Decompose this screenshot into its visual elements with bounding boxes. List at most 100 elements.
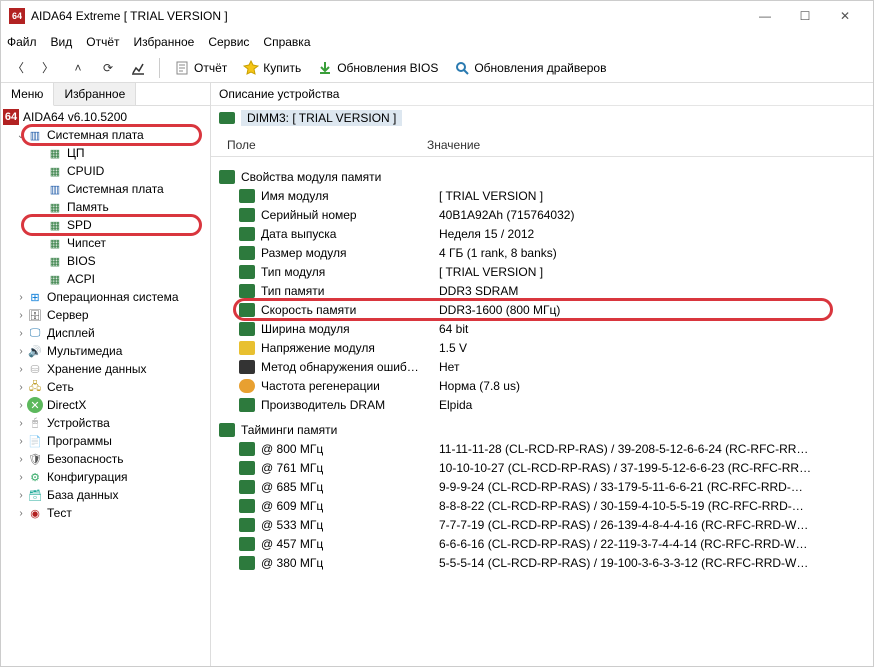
tree-item-память[interactable]: ▦Память	[1, 198, 210, 216]
tree-item-операционная-система[interactable]: ›⊞Операционная система	[1, 288, 210, 306]
data-row[interactable]: @ 685 МГц9-9-9-24 (CL-RCD-RP-RAS) / 33-1…	[219, 477, 873, 496]
close-button[interactable]: ✕	[825, 4, 865, 28]
expander-icon[interactable]: ›	[15, 400, 27, 411]
data-row[interactable]: Тип модуля[ TRIAL VERSION ]	[219, 262, 873, 281]
expander-icon[interactable]: ›	[15, 310, 27, 321]
tree-item-spd[interactable]: ▦SPD	[1, 216, 210, 234]
expander-icon[interactable]: ›	[15, 454, 27, 465]
tree-item-label: Тест	[47, 506, 72, 520]
row-icon	[239, 398, 255, 412]
data-row[interactable]: Производитель DRAMElpida	[219, 395, 873, 414]
data-row[interactable]: Серийный номер40B1A92Ah (715764032)	[219, 205, 873, 224]
field-cell: Метод обнаружения ошиб…	[261, 360, 439, 374]
up-button[interactable]: ˄	[67, 57, 89, 79]
forward-button[interactable]: 〉	[37, 57, 59, 79]
tree-item-устройства[interactable]: ›🖰Устройства	[1, 414, 210, 432]
tree-item-дисплей[interactable]: ›🖵Дисплей	[1, 324, 210, 342]
data-row[interactable]: Тип памятиDDR3 SDRAM	[219, 281, 873, 300]
refresh-button[interactable]: ⟳	[97, 57, 119, 79]
toolbar-buy[interactable]: Купить	[239, 58, 305, 78]
mb-icon: ▥	[27, 127, 43, 143]
data-row[interactable]: @ 609 МГц8-8-8-22 (CL-RCD-RP-RAS) / 30-1…	[219, 496, 873, 515]
tree-item-системная-плата[interactable]: ▥Системная плата	[1, 180, 210, 198]
group-title: Тайминги памяти	[241, 423, 439, 437]
expander-icon[interactable]: ›	[15, 508, 27, 519]
tree-item-чипсет[interactable]: ▦Чипсет	[1, 234, 210, 252]
row-icon	[239, 537, 255, 551]
tree-item-безопасность[interactable]: ›🛡Безопасность	[1, 450, 210, 468]
tree-item-label: ACPI	[67, 272, 95, 286]
tree-item-сеть[interactable]: ›🖧Сеть	[1, 378, 210, 396]
data-row[interactable]: Скорость памятиDDR3-1600 (800 МГц)	[219, 300, 873, 319]
data-row[interactable]: Имя модуля[ TRIAL VERSION ]	[219, 186, 873, 205]
data-row[interactable]: Частота регенерацииНорма (7.8 us)	[219, 376, 873, 395]
minimize-button[interactable]: —	[745, 4, 785, 28]
tree-item-хранение-данных[interactable]: ›⛁Хранение данных	[1, 360, 210, 378]
tree-item-программы[interactable]: ›📄Программы	[1, 432, 210, 450]
expander-icon[interactable]: ›	[15, 364, 27, 375]
tree-item-bios[interactable]: ▦BIOS	[1, 252, 210, 270]
data-row[interactable]: @ 761 МГц10-10-10-27 (CL-RCD-RP-RAS) / 3…	[219, 458, 873, 477]
data-row[interactable]: Ширина модуля64 bit	[219, 319, 873, 338]
field-cell: @ 609 МГц	[261, 499, 439, 513]
group-row: Свойства модуля памяти	[219, 167, 873, 186]
grid-header: Поле Значение	[211, 134, 873, 157]
tree-item-системная-плата[interactable]: ⌄▥Системная плата	[1, 126, 210, 144]
data-row[interactable]: @ 457 МГц6-6-6-16 (CL-RCD-RP-RAS) / 22-1…	[219, 534, 873, 553]
field-cell: Тип модуля	[261, 265, 439, 279]
menu-favorites[interactable]: Избранное	[134, 35, 195, 49]
expander-icon[interactable]: ›	[15, 490, 27, 501]
grid-body[interactable]: Свойства модуля памятиИмя модуля[ TRIAL …	[211, 157, 873, 666]
tab-favorites[interactable]: Избранное	[54, 83, 136, 105]
row-icon	[239, 189, 255, 203]
expander-icon[interactable]: ›	[15, 292, 27, 303]
tab-menu[interactable]: Меню	[1, 83, 54, 106]
data-row[interactable]: @ 533 МГц7-7-7-19 (CL-RCD-RP-RAS) / 26-1…	[219, 515, 873, 534]
nav-tree[interactable]: 64 AIDA64 v6.10.5200 ⌄▥Системная плата▦Ц…	[1, 106, 210, 666]
tree-item-цп[interactable]: ▦ЦП	[1, 144, 210, 162]
expander-icon[interactable]: ›	[15, 418, 27, 429]
tree-item-label: Чипсет	[67, 236, 106, 250]
menu-file[interactable]: Файл	[7, 35, 37, 49]
field-cell: Тип памяти	[261, 284, 439, 298]
data-row[interactable]: Напряжение модуля1.5 V	[219, 338, 873, 357]
tree-root[interactable]: 64 AIDA64 v6.10.5200	[1, 108, 210, 126]
tree-item-сервер[interactable]: ›🗄Сервер	[1, 306, 210, 324]
column-value[interactable]: Значение	[427, 138, 865, 152]
field-cell: @ 800 МГц	[261, 442, 439, 456]
tree-item-acpi[interactable]: ▦ACPI	[1, 270, 210, 288]
value-cell: 1.5 V	[439, 341, 873, 355]
expander-icon[interactable]: ›	[15, 328, 27, 339]
data-row[interactable]: Метод обнаружения ошиб…Нет	[219, 357, 873, 376]
toolbar-bios-update[interactable]: Обновления BIOS	[313, 58, 442, 78]
maximize-button[interactable]: ☐	[785, 4, 825, 28]
menu-help[interactable]: Справка	[263, 35, 310, 49]
tree-item-мультимедиа[interactable]: ›🔊Мультимедиа	[1, 342, 210, 360]
tree-item-база-данных[interactable]: ›🗃База данных	[1, 486, 210, 504]
menu-view[interactable]: Вид	[51, 35, 73, 49]
field-cell: Производитель DRAM	[261, 398, 439, 412]
tree-item-тест[interactable]: ›◉Тест	[1, 504, 210, 522]
expander-icon[interactable]: ›	[15, 382, 27, 393]
menubar: Файл Вид Отчёт Избранное Сервис Справка	[1, 31, 873, 53]
tree-item-label: SPD	[67, 218, 92, 232]
expander-icon[interactable]: ›	[15, 346, 27, 357]
field-cell: Размер модуля	[261, 246, 439, 260]
tree-item-конфигурация[interactable]: ›⚙Конфигурация	[1, 468, 210, 486]
chart-button[interactable]	[127, 57, 149, 79]
tree-item-directx[interactable]: ›✕DirectX	[1, 396, 210, 414]
menu-report[interactable]: Отчёт	[86, 35, 119, 49]
data-row[interactable]: Дата выпускаНеделя 15 / 2012	[219, 224, 873, 243]
data-row[interactable]: @ 800 МГц11-11-11-28 (CL-RCD-RP-RAS) / 3…	[219, 439, 873, 458]
data-row[interactable]: @ 380 МГц5-5-5-14 (CL-RCD-RP-RAS) / 19-1…	[219, 553, 873, 572]
column-field[interactable]: Поле	[227, 138, 427, 152]
data-row[interactable]: Размер модуля4 ГБ (1 rank, 8 banks)	[219, 243, 873, 262]
menu-tools[interactable]: Сервис	[208, 35, 249, 49]
back-button[interactable]: 〈	[7, 57, 29, 79]
toolbar-driver-update[interactable]: Обновления драйверов	[450, 58, 610, 78]
tree-item-cpuid[interactable]: ▦CPUID	[1, 162, 210, 180]
expander-icon[interactable]: ›	[15, 436, 27, 447]
toolbar-report[interactable]: Отчёт	[170, 58, 231, 78]
expander-icon[interactable]: ⌄	[15, 130, 27, 141]
expander-icon[interactable]: ›	[15, 472, 27, 483]
